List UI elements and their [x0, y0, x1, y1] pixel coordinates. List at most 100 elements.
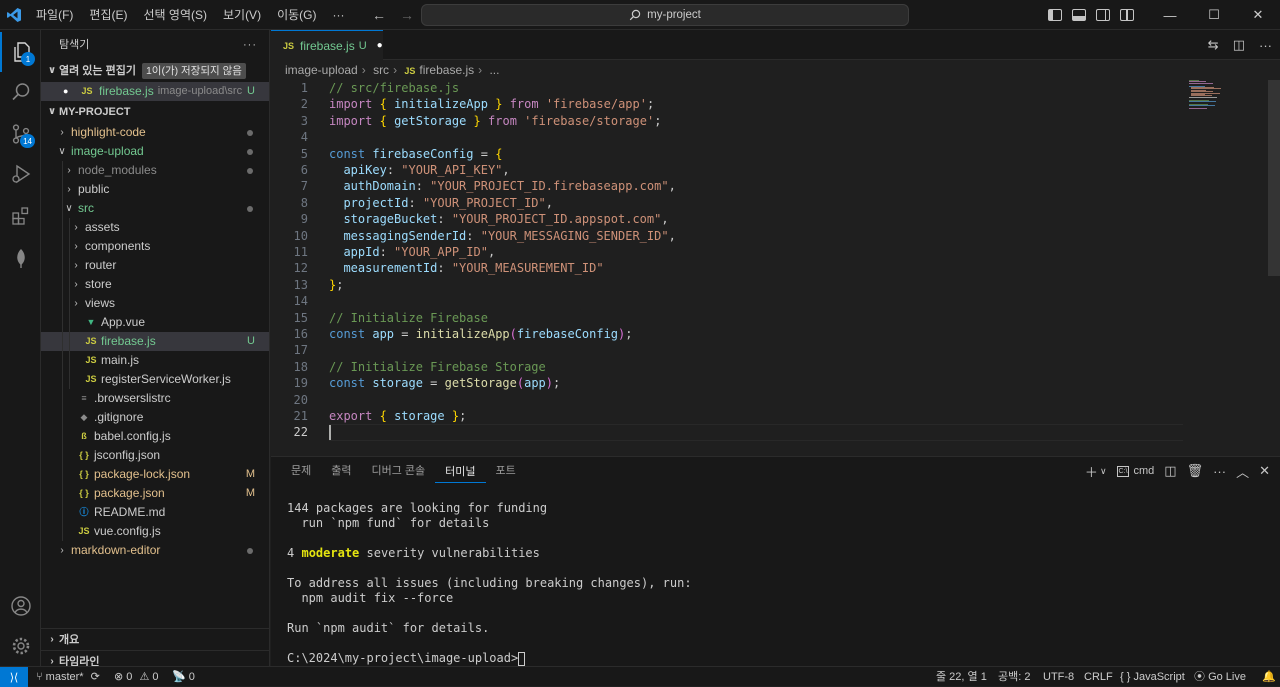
- panel-tab[interactable]: 문제: [281, 457, 321, 485]
- tree-item[interactable]: ▼ App.vue: [41, 313, 269, 332]
- menu-item[interactable]: 이동(G): [269, 0, 324, 30]
- split-terminal-icon[interactable]: ◫: [1164, 463, 1176, 479]
- terminal-output[interactable]: 144 packages are looking for funding run…: [287, 501, 692, 666]
- extensions-icon[interactable]: [0, 196, 41, 236]
- tree-item[interactable]: › public: [41, 180, 269, 199]
- code-token: ;: [654, 113, 662, 128]
- more-actions-icon[interactable]: ···: [1213, 464, 1226, 479]
- tree-item[interactable]: › markdown-editor: [41, 541, 269, 560]
- search-sidebar-icon[interactable]: [0, 72, 41, 112]
- tree-item[interactable]: › router: [41, 256, 269, 275]
- remote-indicator-icon[interactable]: ⟩⟨: [0, 667, 28, 687]
- maximize-panel-icon[interactable]: ︿: [1236, 462, 1249, 481]
- tree-item-label: vue.config.js: [94, 524, 161, 538]
- tree-item[interactable]: JS vue.config.js: [41, 522, 269, 541]
- back-arrow-icon[interactable]: ←: [372, 7, 386, 23]
- tree-item[interactable]: ≡ .browserslistrc: [41, 389, 269, 408]
- tree-item[interactable]: ß babel.config.js: [41, 427, 269, 446]
- toggle-panel-icon[interactable]: [1072, 9, 1086, 21]
- forward-arrow-icon[interactable]: →: [400, 7, 414, 23]
- tree-item[interactable]: ∨ src: [41, 199, 269, 218]
- tree-item[interactable]: { } package.json M: [41, 484, 269, 503]
- toggle-primary-sidebar-icon[interactable]: [1048, 9, 1062, 21]
- menu-item[interactable]: ···: [324, 0, 352, 30]
- code-token: // Initialize Firebase: [329, 310, 488, 325]
- language-mode[interactable]: { } JavaScript: [1120, 667, 1185, 687]
- compare-changes-icon[interactable]: ⇆: [1208, 37, 1219, 53]
- tree-item[interactable]: › assets: [41, 218, 269, 237]
- notifications-icon[interactable]: 🔔: [1262, 667, 1276, 687]
- run-debug-icon[interactable]: [0, 154, 41, 194]
- tree-item[interactable]: JS registerServiceWorker.js: [41, 370, 269, 389]
- tree-item[interactable]: ∨ image-upload: [41, 142, 269, 161]
- git-branch[interactable]: ⑂ master* ⟳: [36, 667, 100, 687]
- git-branch-icon: ⑂: [36, 671, 43, 683]
- breadcrumb-item[interactable]: src: [373, 63, 389, 77]
- unsaved-dot-icon[interactable]: ●: [63, 82, 79, 101]
- problems-status[interactable]: ⊗ 0 ⚠ 0: [114, 667, 159, 687]
- tree-item[interactable]: › node_modules: [41, 161, 269, 180]
- menu-item[interactable]: 편집(E): [81, 0, 135, 30]
- tree-item[interactable]: › highlight-code: [41, 123, 269, 142]
- code-token: appId: [343, 245, 380, 259]
- outline-header[interactable]: › 개요: [41, 628, 270, 650]
- open-editor-item[interactable]: ● JS firebase.js image-upload\src U: [41, 82, 269, 101]
- terminal-profile[interactable]: C:\ cmd: [1116, 465, 1154, 477]
- warning-count: 0: [152, 671, 159, 683]
- mongodb-leaf-icon[interactable]: [0, 238, 41, 278]
- trash-icon[interactable]: 🗑: [1187, 463, 1204, 479]
- minimap[interactable]: [1189, 80, 1225, 110]
- breadcrumb-item[interactable]: image-upload: [285, 63, 358, 77]
- panel-tab[interactable]: 포트: [486, 457, 526, 485]
- more-actions-icon[interactable]: ···: [1259, 38, 1272, 53]
- tree-item[interactable]: { } package-lock.json M: [41, 465, 269, 484]
- indentation[interactable]: 공백: 2: [998, 667, 1030, 687]
- menu-item[interactable]: 보기(V): [215, 0, 269, 30]
- breadcrumb-item[interactable]: ...: [489, 63, 499, 77]
- unsaved-dot-icon[interactable]: ●: [377, 40, 383, 51]
- command-center-search[interactable]: my-project: [421, 4, 909, 26]
- minimize-button[interactable]: —: [1148, 0, 1192, 30]
- tree-item[interactable]: › views: [41, 294, 269, 313]
- panel-tab[interactable]: 터미널: [435, 459, 486, 483]
- go-live-button[interactable]: ⦿ Go Live: [1194, 667, 1246, 687]
- accounts-icon[interactable]: [0, 586, 41, 626]
- breadcrumb-item[interactable]: firebase.js: [419, 63, 474, 77]
- code-line: messagingSenderId: "YOUR_MESSAGING_SENDE…: [329, 228, 675, 244]
- maximize-button[interactable]: ☐: [1192, 0, 1236, 30]
- tree-item[interactable]: › store: [41, 275, 269, 294]
- close-window-button[interactable]: ✕: [1236, 0, 1280, 30]
- tree-item[interactable]: ⓘ README.md: [41, 503, 269, 522]
- split-editor-icon[interactable]: ◫: [1233, 37, 1245, 53]
- customize-layout-icon[interactable]: [1120, 9, 1134, 21]
- new-terminal-icon[interactable]: ＋: [1085, 462, 1098, 481]
- code-editor[interactable]: 1 // src/firebase.js 2 import { initializeA…: [271, 80, 1280, 456]
- chevron-down-icon[interactable]: ∨: [1100, 466, 1107, 477]
- panel-tab[interactable]: 디버그 콘솔: [362, 457, 436, 485]
- toggle-secondary-sidebar-icon[interactable]: [1096, 9, 1110, 21]
- line-ending[interactable]: CRLF: [1084, 667, 1113, 687]
- more-actions-icon[interactable]: ···: [243, 30, 257, 60]
- tree-item[interactable]: { } jsconfig.json: [41, 446, 269, 465]
- close-panel-icon[interactable]: ✕: [1259, 463, 1270, 479]
- encoding[interactable]: UTF-8: [1043, 667, 1074, 687]
- tree-item[interactable]: › components: [41, 237, 269, 256]
- panel-tab[interactable]: 출력: [321, 457, 361, 485]
- menu-item[interactable]: 파일(F): [28, 0, 81, 30]
- project-header[interactable]: ∨ MY-PROJECT: [41, 101, 269, 123]
- tree-item[interactable]: ◆ .gitignore: [41, 408, 269, 427]
- tree-item[interactable]: JS firebase.js U: [41, 332, 269, 351]
- cursor-position[interactable]: 줄 22, 열 1: [936, 667, 987, 687]
- ports-status[interactable]: 📡 0: [172, 667, 195, 687]
- menu-item[interactable]: 선택 영역(S): [135, 0, 215, 30]
- indent-guide: [69, 294, 70, 313]
- explorer-icon[interactable]: 1: [0, 32, 41, 72]
- source-control-icon[interactable]: 14: [0, 114, 41, 154]
- tree-item[interactable]: JS main.js: [41, 351, 269, 370]
- editor-scrollbar[interactable]: [1268, 80, 1280, 276]
- settings-gear-icon[interactable]: [0, 626, 41, 666]
- tab-firebase-js[interactable]: JS firebase.js U ●: [271, 30, 383, 60]
- open-editors-header[interactable]: ∨ 열려 있는 편집기 1이(가) 저장되지 않음: [41, 60, 269, 82]
